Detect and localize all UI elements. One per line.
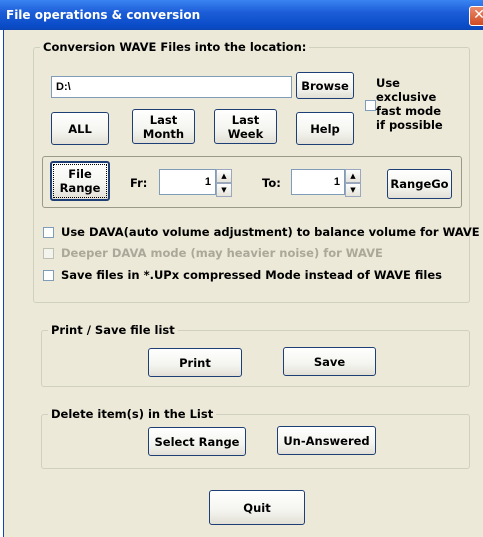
from-input[interactable] [159, 169, 216, 195]
window-title: File operations & conversion [6, 8, 201, 22]
from-label: Fr: [130, 176, 148, 190]
last-month-button[interactable]: Last Month [132, 109, 195, 144]
all-button[interactable]: ALL [51, 112, 109, 145]
select-range-button[interactable]: Select Range [148, 427, 246, 456]
print-save-group: Print / Save file list [41, 323, 470, 387]
path-input[interactable] [51, 76, 292, 98]
print-save-group-label: Print / Save file list [48, 323, 178, 337]
quit-button[interactable]: Quit [209, 490, 305, 525]
unanswered-button[interactable]: Un-Answered [277, 426, 376, 455]
help-button[interactable]: Help [296, 112, 354, 145]
dialog-body: Conversion WAVE Files into the location:… [3, 30, 483, 537]
to-spin-up-icon[interactable]: ▲ [345, 169, 361, 183]
use-dava-label: Use DAVA(auto volume adjustment) to bala… [61, 225, 480, 239]
save-upx-label: Save files in *.UPx compressed Mode inst… [61, 268, 442, 282]
deeper-dava-checkbox[interactable] [43, 248, 54, 259]
exclusive-fast-mode-label: Use exclusive fast mode if possible [376, 76, 443, 132]
to-input[interactable] [291, 169, 345, 195]
delete-group-label: Delete item(s) in the List [48, 407, 217, 421]
from-spin-down-icon[interactable]: ▼ [216, 183, 232, 197]
to-spinner: ▲ ▼ [345, 169, 361, 197]
save-upx-checkbox[interactable] [43, 270, 54, 281]
use-dava-checkbox[interactable] [43, 227, 54, 238]
close-icon[interactable]: ✕ [469, 6, 483, 26]
deeper-dava-label: Deeper DAVA mode (may heavier noise) for… [61, 246, 383, 260]
print-button[interactable]: Print [148, 348, 242, 377]
title-bar: File operations & conversion ✕ [0, 0, 483, 30]
exclusive-fast-mode-checkbox[interactable] [365, 100, 376, 111]
browse-button[interactable]: Browse [296, 72, 354, 99]
conversion-group-label: Conversion WAVE Files into the location: [40, 40, 310, 54]
file-range-button[interactable]: File Range [50, 161, 110, 201]
from-spin-up-icon[interactable]: ▲ [216, 169, 232, 183]
from-spinner: ▲ ▼ [216, 169, 232, 197]
delete-group: Delete item(s) in the List [41, 407, 470, 469]
to-spin-down-icon[interactable]: ▼ [345, 183, 361, 197]
to-label: To: [262, 176, 281, 190]
last-week-button[interactable]: Last Week [214, 109, 277, 144]
range-go-button[interactable]: RangeGo [387, 169, 452, 199]
save-button[interactable]: Save [283, 347, 376, 376]
